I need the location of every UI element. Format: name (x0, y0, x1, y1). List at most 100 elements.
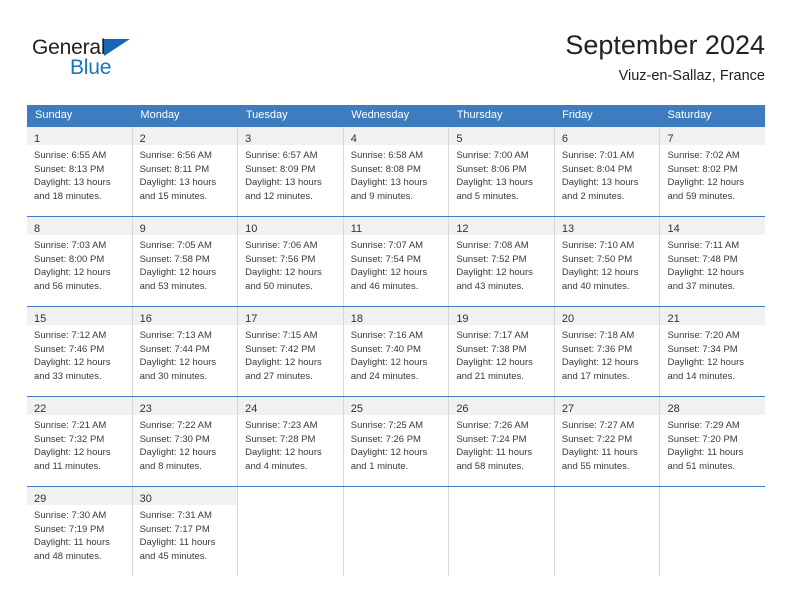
daylight-text-line1: Daylight: 12 hours (667, 267, 745, 279)
daylight-text-line1: Daylight: 13 hours (456, 177, 533, 189)
day-cell[interactable]: 10 Sunrise: 7:06 AM Sunset: 7:56 PM Dayl… (238, 217, 344, 306)
daylight-text-line2: and 50 minutes. (245, 280, 313, 292)
day-cell[interactable]: 8 Sunrise: 7:03 AM Sunset: 8:00 PM Dayli… (27, 217, 133, 306)
day-number-band: 3 (238, 127, 343, 145)
day-cell[interactable]: 6 Sunrise: 7:01 AM Sunset: 8:04 PM Dayli… (554, 127, 661, 216)
day-details: Sunrise: 7:13 AM Sunset: 7:44 PM Dayligh… (133, 325, 238, 389)
daylight-text-line1: Daylight: 12 hours (34, 267, 111, 279)
daylight-text-line2: and 5 minutes. (456, 190, 519, 202)
day-number-band: 1 (27, 127, 132, 145)
day-cell[interactable]: 14 Sunrise: 7:11 AM Sunset: 7:48 PM Dayl… (660, 217, 766, 306)
daylight-text-line1: Daylight: 12 hours (561, 357, 639, 369)
day-cell[interactable]: 24 Sunrise: 7:23 AM Sunset: 7:28 PM Dayl… (238, 397, 344, 486)
day-cell[interactable]: 15 Sunrise: 7:12 AM Sunset: 7:46 PM Dayl… (27, 307, 133, 396)
day-cell[interactable]: 3 Sunrise: 6:57 AM Sunset: 8:09 PM Dayli… (238, 127, 344, 216)
day-cell[interactable]: 17 Sunrise: 7:15 AM Sunset: 7:42 PM Dayl… (238, 307, 344, 396)
day-cell[interactable]: 9 Sunrise: 7:05 AM Sunset: 7:58 PM Dayli… (132, 217, 239, 306)
day-number: 12 (456, 223, 469, 235)
daylight-text-line1: Daylight: 11 hours (667, 447, 744, 459)
day-cell[interactable]: 20 Sunrise: 7:18 AM Sunset: 7:36 PM Dayl… (554, 307, 661, 396)
sunset-text: Sunset: 8:09 PM (245, 163, 316, 175)
sunset-text: Sunset: 7:26 PM (350, 433, 421, 445)
day-cell[interactable]: 4 Sunrise: 6:58 AM Sunset: 8:08 PM Dayli… (343, 127, 450, 216)
daylight-text-line2: and 51 minutes. (667, 460, 736, 472)
day-number-band: 5 (449, 127, 554, 145)
day-details: Sunrise: 7:00 AM Sunset: 8:06 PM Dayligh… (449, 145, 554, 209)
daylight-text-line2: and 30 minutes. (139, 370, 208, 382)
day-cell-empty (449, 487, 555, 576)
day-cell[interactable]: 18 Sunrise: 7:16 AM Sunset: 7:40 PM Dayl… (343, 307, 450, 396)
sunset-text: Sunset: 7:30 PM (139, 433, 210, 445)
day-cell[interactable]: 12 Sunrise: 7:08 AM Sunset: 7:52 PM Dayl… (449, 217, 555, 306)
daylight-text-line1: Daylight: 12 hours (245, 267, 322, 279)
sunset-text: Sunset: 7:58 PM (139, 253, 210, 265)
day-cell[interactable]: 16 Sunrise: 7:13 AM Sunset: 7:44 PM Dayl… (132, 307, 239, 396)
day-cell[interactable]: 19 Sunrise: 7:17 AM Sunset: 7:38 PM Dayl… (449, 307, 555, 396)
sunrise-text: Sunrise: 7:20 AM (667, 330, 740, 341)
day-cell[interactable]: 21 Sunrise: 7:20 AM Sunset: 7:34 PM Dayl… (660, 307, 766, 396)
day-cell[interactable]: 13 Sunrise: 7:10 AM Sunset: 7:50 PM Dayl… (554, 217, 661, 306)
daylight-text-line2: and 15 minutes. (139, 190, 208, 202)
day-number: 18 (350, 313, 363, 325)
daylight-text-line1: Daylight: 12 hours (667, 177, 745, 189)
day-cell[interactable]: 11 Sunrise: 7:07 AM Sunset: 7:54 PM Dayl… (343, 217, 450, 306)
day-details: Sunrise: 7:15 AM Sunset: 7:42 PM Dayligh… (238, 325, 343, 389)
day-cell[interactable]: 23 Sunrise: 7:22 AM Sunset: 7:30 PM Dayl… (132, 397, 239, 486)
sunset-text: Sunset: 8:08 PM (350, 163, 421, 175)
day-number-band: 11 (343, 217, 449, 235)
day-cell[interactable]: 25 Sunrise: 7:25 AM Sunset: 7:26 PM Dayl… (343, 397, 450, 486)
logo-triangle-icon (104, 39, 130, 56)
day-details: Sunrise: 7:30 AM Sunset: 7:19 PM Dayligh… (27, 505, 132, 569)
day-details: Sunrise: 7:16 AM Sunset: 7:40 PM Dayligh… (344, 325, 449, 389)
sunrise-text: Sunrise: 6:58 AM (350, 150, 424, 161)
day-number-band: 12 (449, 217, 554, 235)
day-cell[interactable]: 29 Sunrise: 7:30 AM Sunset: 7:19 PM Dayl… (27, 487, 133, 576)
day-number: 10 (245, 223, 258, 235)
day-details: Sunrise: 7:07 AM Sunset: 7:54 PM Dayligh… (344, 235, 449, 299)
day-details: Sunrise: 7:21 AM Sunset: 7:32 PM Dayligh… (27, 415, 132, 479)
sunrise-text: Sunrise: 7:16 AM (350, 330, 424, 341)
sunset-text: Sunset: 8:02 PM (667, 163, 738, 175)
day-cell[interactable]: 7 Sunrise: 7:02 AM Sunset: 8:02 PM Dayli… (660, 127, 766, 216)
day-cell[interactable]: 28 Sunrise: 7:29 AM Sunset: 7:20 PM Dayl… (660, 397, 766, 486)
page-header: General Blue September 2024 Viuz-en-Sall… (27, 28, 765, 98)
general-blue-logo[interactable]: General Blue (32, 36, 232, 84)
sunset-text: Sunset: 7:20 PM (667, 433, 738, 445)
day-details (449, 505, 554, 515)
daylight-text-line2: and 27 minutes. (245, 370, 313, 382)
day-number: 22 (34, 403, 47, 415)
day-cell[interactable]: 22 Sunrise: 7:21 AM Sunset: 7:32 PM Dayl… (27, 397, 133, 486)
logo-text-blue: Blue (70, 56, 112, 79)
day-cell[interactable]: 27 Sunrise: 7:27 AM Sunset: 7:22 PM Dayl… (554, 397, 661, 486)
day-cell[interactable]: 26 Sunrise: 7:26 AM Sunset: 7:24 PM Dayl… (449, 397, 555, 486)
day-details: Sunrise: 7:03 AM Sunset: 8:00 PM Dayligh… (27, 235, 132, 299)
sunset-text: Sunset: 7:34 PM (667, 343, 738, 355)
day-number: 1 (34, 133, 41, 145)
day-number: 6 (561, 133, 569, 145)
sunset-text: Sunset: 7:28 PM (245, 433, 316, 445)
daylight-text-line1: Daylight: 12 hours (350, 267, 428, 279)
daylight-text-line1: Daylight: 12 hours (139, 267, 217, 279)
day-cell[interactable]: 1 Sunrise: 6:55 AM Sunset: 8:13 PM Dayli… (27, 127, 133, 216)
sunrise-text: Sunrise: 7:06 AM (245, 240, 318, 251)
sunrise-text: Sunrise: 7:08 AM (456, 240, 529, 251)
day-number: 13 (561, 223, 575, 235)
day-number-band: 2 (132, 127, 238, 145)
day-details (555, 505, 660, 515)
daylight-text-line2: and 8 minutes. (139, 460, 202, 472)
daylight-text-line2: and 48 minutes. (34, 550, 102, 562)
day-number-band: 14 (660, 217, 766, 235)
day-number: 23 (139, 403, 152, 415)
day-number-band: 9 (132, 217, 238, 235)
daylight-text-line2: and 11 minutes. (34, 460, 101, 472)
day-number-band: 15 (27, 307, 132, 325)
day-cell[interactable]: 5 Sunrise: 7:00 AM Sunset: 8:06 PM Dayli… (449, 127, 555, 216)
calendar-page: General Blue September 2024 Viuz-en-Sall… (0, 0, 792, 612)
day-details: Sunrise: 7:23 AM Sunset: 7:28 PM Dayligh… (238, 415, 343, 479)
daylight-text-line1: Daylight: 13 hours (561, 177, 639, 189)
day-cell[interactable]: 30 Sunrise: 7:31 AM Sunset: 7:17 PM Dayl… (132, 487, 239, 576)
weekday-header-saturday: Saturday (667, 109, 712, 121)
sunrise-text: Sunrise: 7:03 AM (34, 240, 107, 251)
day-cell[interactable]: 2 Sunrise: 6:56 AM Sunset: 8:11 PM Dayli… (132, 127, 239, 216)
day-number-band: 23 (132, 397, 238, 415)
